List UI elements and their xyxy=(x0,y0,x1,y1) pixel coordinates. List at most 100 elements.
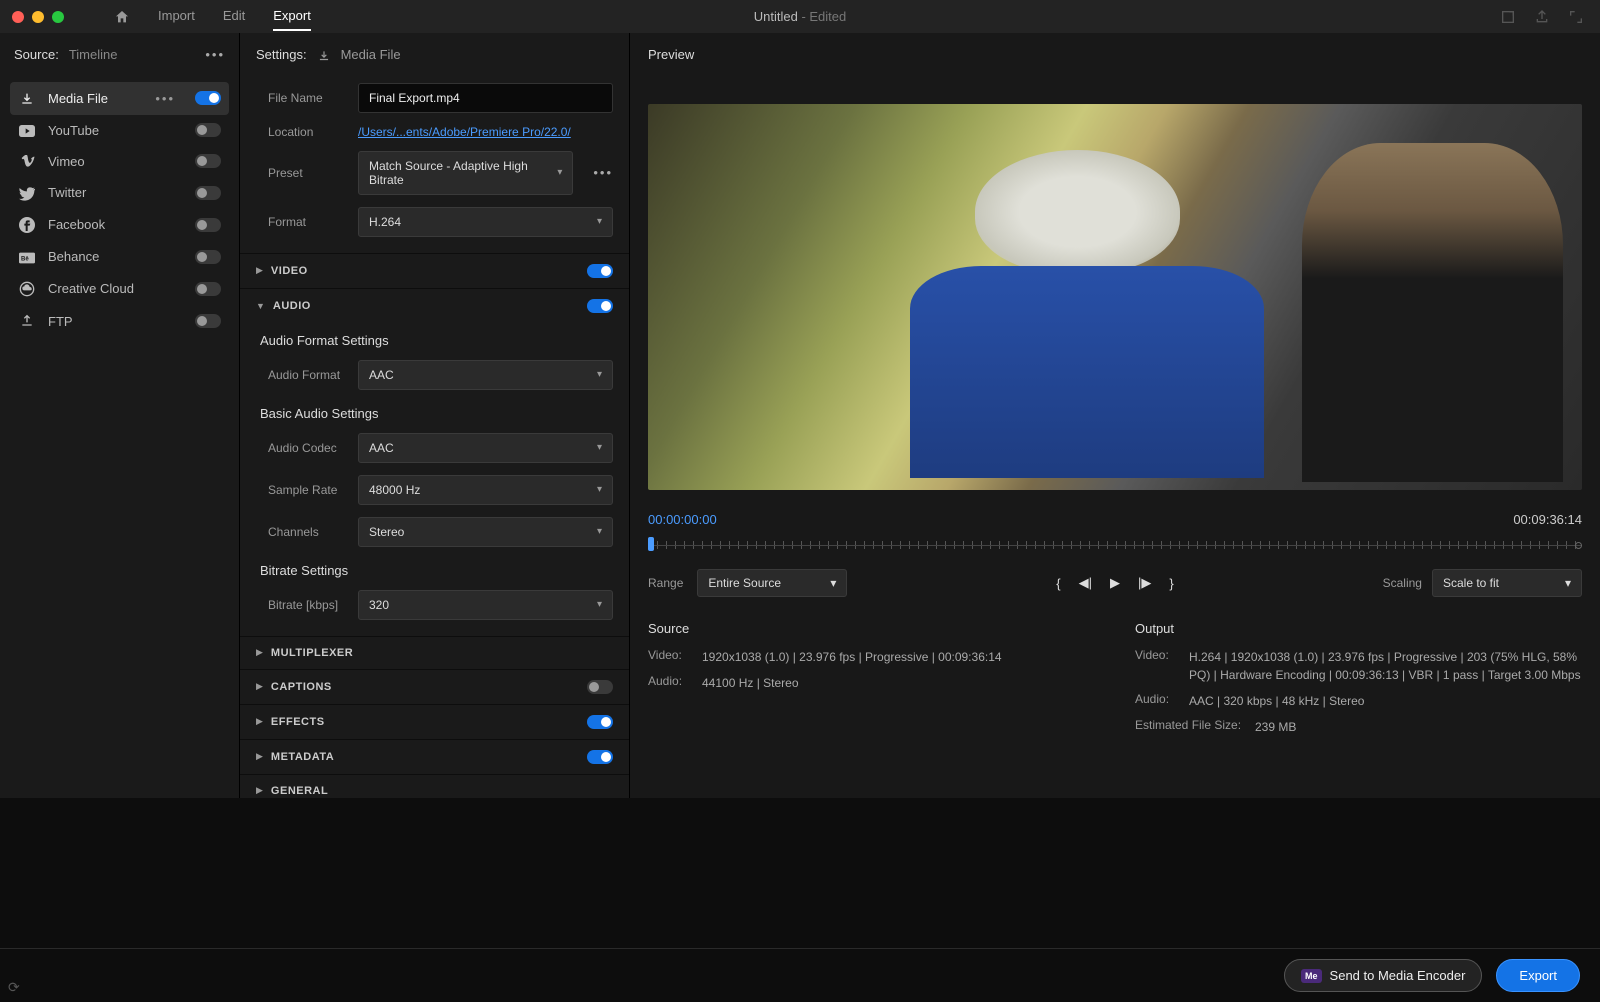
audio-format-label: Audio Format xyxy=(268,368,346,382)
source-info-header: Source xyxy=(648,621,1095,636)
location-link[interactable]: /Users/...ents/Adobe/Premiere Pro/22.0/ xyxy=(358,125,571,139)
settings-header: Settings: Media File xyxy=(240,33,629,77)
effects-toggle[interactable] xyxy=(587,715,613,729)
send-to-encoder-button[interactable]: MeSend to Media Encoder xyxy=(1284,959,1482,992)
dest-toggle[interactable] xyxy=(195,218,221,232)
chevron-down-icon: ▾ xyxy=(597,484,602,495)
timecode-current[interactable]: 00:00:00:00 xyxy=(648,512,717,527)
dest-toggle[interactable] xyxy=(195,154,221,168)
dest-toggle[interactable] xyxy=(195,123,221,137)
section-multiplexer[interactable]: ▶ MULTIPLEXER xyxy=(240,636,629,669)
output-info: Output Video:H.264 | 1920x1038 (1.0) | 2… xyxy=(1135,621,1582,744)
audio-format-header: Audio Format Settings xyxy=(240,323,629,354)
output-video-info: H.264 | 1920x1038 (1.0) | 23.976 fps | P… xyxy=(1189,648,1582,684)
sample-rate-label: Sample Rate xyxy=(268,483,346,497)
preset-more-icon[interactable]: ••• xyxy=(593,165,613,180)
home-icon[interactable] xyxy=(114,8,130,25)
dest-toggle[interactable] xyxy=(195,250,221,264)
channels-label: Channels xyxy=(268,525,346,539)
dest-label: Behance xyxy=(48,249,99,264)
channels-select[interactable]: Stereo▾ xyxy=(358,517,613,547)
mark-in-icon[interactable]: { xyxy=(1056,576,1060,591)
range-select[interactable]: Entire Source▾ xyxy=(697,569,847,597)
dest-youtube[interactable]: YouTube ••• xyxy=(10,115,229,146)
workspace-tabs: Import Edit Export xyxy=(158,2,311,31)
destination-list: Media File ••• YouTube ••• Vimeo ••• Twi… xyxy=(0,76,239,343)
audio-format-select[interactable]: AAC▾ xyxy=(358,360,613,390)
tab-export[interactable]: Export xyxy=(273,2,311,31)
section-captions[interactable]: ▶ CAPTIONS xyxy=(240,669,629,704)
share-icon[interactable] xyxy=(1534,8,1550,25)
sync-icon[interactable]: ⟳ xyxy=(8,979,20,996)
output-info-header: Output xyxy=(1135,621,1582,636)
chevron-down-icon: ▾ xyxy=(597,599,602,610)
preview-label: Preview xyxy=(630,33,1600,76)
dest-toggle[interactable] xyxy=(195,186,221,200)
source-more-icon[interactable]: ••• xyxy=(205,47,225,62)
section-effects[interactable]: ▶ EFFECTS xyxy=(240,704,629,739)
bitrate-label: Bitrate [kbps] xyxy=(268,598,346,612)
video-toggle[interactable] xyxy=(587,264,613,278)
caret-right-icon: ▶ xyxy=(256,716,263,727)
caret-right-icon: ▶ xyxy=(256,751,263,762)
section-metadata[interactable]: ▶ METADATA xyxy=(240,739,629,774)
caret-right-icon: ▶ xyxy=(256,681,263,692)
captions-toggle[interactable] xyxy=(587,680,613,694)
export-button[interactable]: Export xyxy=(1496,959,1580,992)
filename-input[interactable] xyxy=(358,83,613,113)
dest-ftp[interactable]: FTP ••• xyxy=(10,305,229,338)
dest-toggle[interactable] xyxy=(195,314,221,328)
playhead[interactable] xyxy=(648,537,654,551)
preset-label: Preset xyxy=(268,166,346,180)
download-icon xyxy=(317,47,331,63)
topbar: Import Edit Export Untitled - Edited xyxy=(0,0,1600,33)
section-audio[interactable]: ▼ AUDIO xyxy=(240,288,629,323)
dest-facebook[interactable]: Facebook ••• xyxy=(10,209,229,242)
chevron-down-icon: ▾ xyxy=(597,369,602,380)
section-general[interactable]: ▶ GENERAL xyxy=(240,774,629,798)
doc-edited: - Edited xyxy=(801,9,846,24)
preset-select[interactable]: Match Source - Adaptive High Bitrate▾ xyxy=(358,151,573,195)
dest-toggle[interactable] xyxy=(195,282,221,296)
preview-monitor[interactable] xyxy=(648,104,1582,490)
out-point-icon[interactable] xyxy=(1575,542,1582,549)
chevron-down-icon: ▾ xyxy=(557,167,562,178)
dest-toggle[interactable] xyxy=(195,91,221,105)
scaling-select[interactable]: Scale to fit▾ xyxy=(1432,569,1582,597)
scrubber[interactable] xyxy=(648,537,1582,555)
dest-twitter[interactable]: Twitter ••• xyxy=(10,177,229,209)
step-forward-icon[interactable]: |▶ xyxy=(1138,575,1151,591)
chevron-down-icon: ▾ xyxy=(597,216,602,227)
behance-icon: Bē xyxy=(18,249,36,264)
step-back-icon[interactable]: ◀| xyxy=(1079,575,1092,591)
quick-export-icon[interactable] xyxy=(1500,8,1516,25)
chevron-down-icon: ▾ xyxy=(830,576,836,590)
settings-label: Settings: xyxy=(256,47,307,62)
play-icon[interactable]: ▶ xyxy=(1110,575,1120,591)
dest-behance[interactable]: Bē Behance ••• xyxy=(10,241,229,272)
window-controls[interactable] xyxy=(12,11,64,23)
dest-media-file[interactable]: Media File ••• xyxy=(10,82,229,115)
format-select[interactable]: H.264▾ xyxy=(358,207,613,237)
chevron-down-icon: ▾ xyxy=(1565,576,1571,590)
dest-label: Vimeo xyxy=(48,154,85,169)
section-video[interactable]: ▶ VIDEO xyxy=(240,253,629,288)
sample-rate-select[interactable]: 48000 Hz▾ xyxy=(358,475,613,505)
dest-vimeo[interactable]: Vimeo ••• xyxy=(10,146,229,178)
fullscreen-icon[interactable] xyxy=(1568,8,1584,25)
dest-more-icon[interactable]: ••• xyxy=(155,91,175,106)
metadata-toggle[interactable] xyxy=(587,750,613,764)
audio-codec-select[interactable]: AAC▾ xyxy=(358,433,613,463)
tab-edit[interactable]: Edit xyxy=(223,2,245,31)
source-video-info: 1920x1038 (1.0) | 23.976 fps | Progressi… xyxy=(702,648,1095,666)
dest-label: Facebook xyxy=(48,217,105,232)
playback-controls: { ◀| ▶ |▶ } xyxy=(1056,575,1173,591)
caret-down-icon: ▼ xyxy=(256,301,265,311)
bitrate-select[interactable]: 320▾ xyxy=(358,590,613,620)
est-size-value: 239 MB xyxy=(1255,718,1582,736)
source-value[interactable]: Timeline xyxy=(69,47,118,62)
dest-creative-cloud[interactable]: Creative Cloud ••• xyxy=(10,272,229,305)
audio-toggle[interactable] xyxy=(587,299,613,313)
mark-out-icon[interactable]: } xyxy=(1169,576,1173,591)
tab-import[interactable]: Import xyxy=(158,2,195,31)
